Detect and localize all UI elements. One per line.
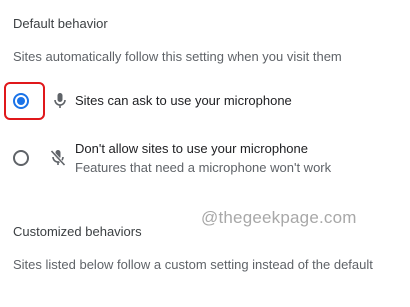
watermark: @thegeekpage.com [201,208,357,227]
default-behavior-description: Sites automatically follow this setting … [13,49,342,64]
default-behavior-heading: Default behavior [13,16,108,31]
microphone-off-icon [50,149,66,167]
option-block-label: Don't allow sites to use your microphone [75,141,308,156]
option-allow-ask[interactable]: Sites can ask to use your microphone [0,82,410,120]
radio-allow-ask[interactable] [13,93,29,109]
radio-block[interactable] [13,150,29,166]
option-block[interactable]: Don't allow sites to use your microphone… [0,138,410,178]
microphone-icon [54,93,66,108]
customized-behaviors-heading: Customized behaviors [13,224,142,239]
customized-behaviors-description: Sites listed below follow a custom setti… [13,257,373,272]
option-block-sublabel: Features that need a microphone won't wo… [75,160,332,175]
microphone-settings-page: Default behavior Sites automatically fol… [0,0,410,307]
option-allow-ask-label: Sites can ask to use your microphone [75,93,292,108]
